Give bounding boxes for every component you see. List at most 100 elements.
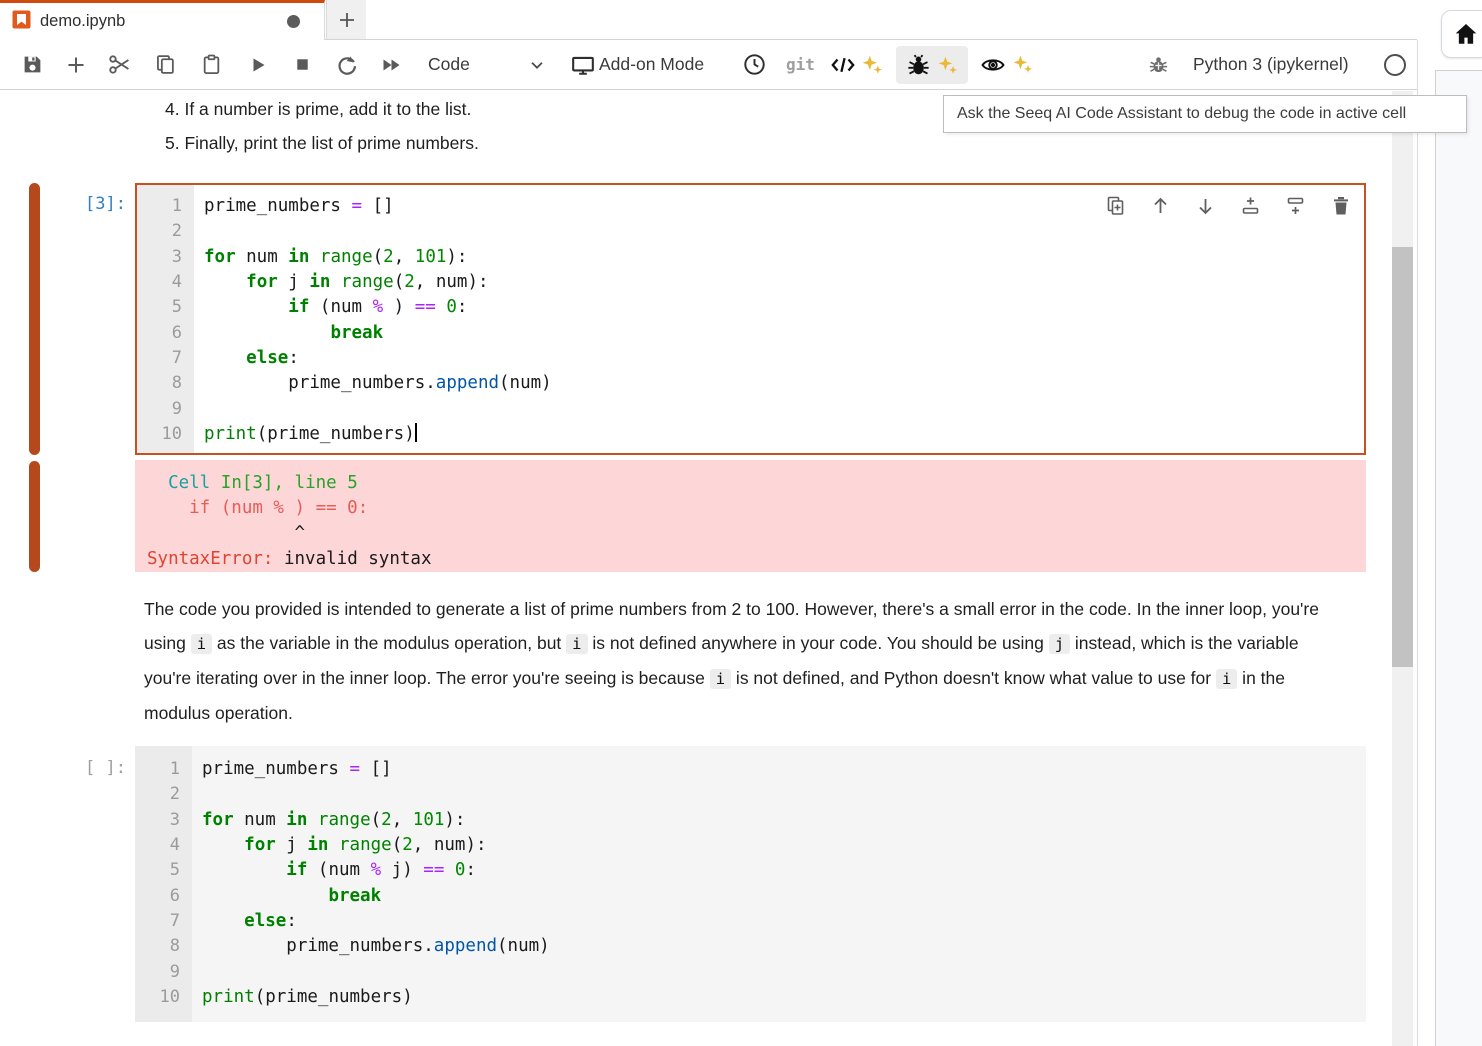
code-line: else: [202,909,1366,934]
plus-icon [337,10,357,30]
arrow-up-icon [1151,196,1170,216]
cut-cells-button[interactable] [108,40,132,89]
restart-run-all-button[interactable] [380,40,403,89]
save-icon [22,54,43,75]
stop-icon [293,55,312,74]
clock-icon [743,53,766,76]
line-number: 3 [137,245,194,270]
ai-debug-button[interactable] [896,46,968,84]
code-line: break [204,321,1364,346]
line-number: 9 [137,397,194,422]
eye-icon [980,54,1006,76]
code-cell-input-inactive[interactable]: 12345678910 prime_numbers = []for num in… [135,746,1366,1022]
interrupt-kernel-button[interactable] [293,40,312,89]
scrollbar-thumb[interactable] [1392,247,1413,667]
code-line: print(prime_numbers) [204,422,1364,447]
inline-code: i [566,634,587,654]
line-number: 8 [137,371,194,396]
git-label: git [786,55,815,74]
tab-demo-ipynb[interactable]: demo.ipynb [0,0,325,40]
code-cell-input-active[interactable]: 12345678910 prime_numbers = []for num in… [135,183,1366,455]
line-number: 5 [137,295,194,320]
unsaved-changes-indicator[interactable] [287,15,300,28]
copy-cells-button[interactable] [155,40,176,89]
inline-code: j [1049,634,1070,654]
code-line: for num in range(2, 101): [202,808,1366,833]
debugger-button[interactable] [1148,40,1169,89]
move-cell-up-button[interactable] [1151,195,1170,216]
code-line: if (num % ) == 0: [204,295,1364,320]
code-line: for j in range(2, num): [202,833,1366,858]
insert-below-icon [1286,196,1305,216]
list-item-4: 4. If a number is prime, add it to the l… [165,93,479,127]
inline-code: i [191,634,212,654]
line-number: 7 [135,909,192,934]
scissors-icon [108,54,132,75]
line-number: 4 [137,270,194,295]
tab-title: demo.ipynb [40,12,125,31]
line-number: 7 [137,346,194,371]
addon-mode-button[interactable]: Add-on Mode [571,40,704,89]
code-line [204,397,1364,422]
line-number: 1 [135,757,192,782]
markdown-cell-steps[interactable]: 4. If a number is prime, add it to the l… [165,93,479,160]
kernel-idle-circle-icon [1383,53,1407,77]
code-line: for j in range(2, num): [204,270,1364,295]
git-button[interactable]: git [786,40,815,89]
markdown-cell-ai-response[interactable]: The code you provided is intended to gen… [144,592,1349,730]
code-line: else: [204,346,1364,371]
addon-mode-label: Add-on Mode [599,54,704,75]
new-tab-button[interactable] [326,0,366,40]
play-icon [248,55,268,75]
add-cell-button[interactable] [66,40,86,89]
delete-cell-button[interactable] [1331,195,1350,216]
code-editor-area[interactable]: prime_numbers = []for num in range(2, 10… [194,185,1364,453]
insert-above-icon [1241,196,1260,216]
list-item-5: 5. Finally, print the list of prime numb… [165,127,479,161]
move-cell-down-button[interactable] [1196,195,1215,216]
trash-icon [1332,196,1350,216]
sparkle-icon [1012,54,1033,75]
insert-cell-below-button[interactable] [1286,195,1305,216]
line-number: 3 [135,808,192,833]
line-number: 2 [137,219,194,244]
line-numbers: 12345678910 [137,185,194,453]
inline-code: i [710,669,731,689]
code-line: Cell In[3], line 5 [147,471,1366,496]
code-line: SyntaxError: invalid syntax [147,547,1366,572]
line-number: 9 [135,960,192,985]
home-button[interactable] [1441,10,1482,58]
tab-bar: demo.ipynb [0,0,1417,40]
line-number: 2 [135,782,192,807]
notebook-icon [12,10,31,34]
ai-review-button[interactable] [980,40,1033,89]
sparkle-icon [937,55,958,76]
insert-cell-above-button[interactable] [1241,195,1260,216]
history-button[interactable] [743,40,766,89]
bug-icon [1148,54,1169,75]
line-number: 10 [137,422,194,447]
output-collapser-cell1[interactable] [29,461,40,572]
duplicate-icon [1106,196,1125,216]
line-number: 8 [135,934,192,959]
line-number: 10 [135,985,192,1010]
paste-cells-button[interactable] [201,40,222,89]
restart-kernel-button[interactable] [336,40,358,89]
notebook-toolbar: Code Add-on Mode git Python 3 (ipykernel… [0,40,1417,90]
cell-toolbar [1106,195,1350,216]
code-line [204,219,1364,244]
kernel-name[interactable]: Python 3 (ipykernel) [1193,40,1349,89]
sparkle-icon [861,54,883,76]
cell-type-select-arrow[interactable] [528,40,546,89]
save-button[interactable] [22,40,43,89]
plus-icon [66,55,86,75]
duplicate-cell-button[interactable] [1106,195,1125,216]
run-cell-button[interactable] [248,40,268,89]
input-collapser-cell1[interactable] [29,183,40,455]
home-icon [1453,21,1479,47]
code-editor-area[interactable]: prime_numbers = []for num in range(2, 10… [192,746,1366,1022]
execution-count-cell1: [3]: [36,194,126,214]
kernel-status-indicator [1383,40,1407,89]
cell-type-select[interactable]: Code [428,40,470,89]
ai-generate-code-button[interactable] [830,40,883,89]
